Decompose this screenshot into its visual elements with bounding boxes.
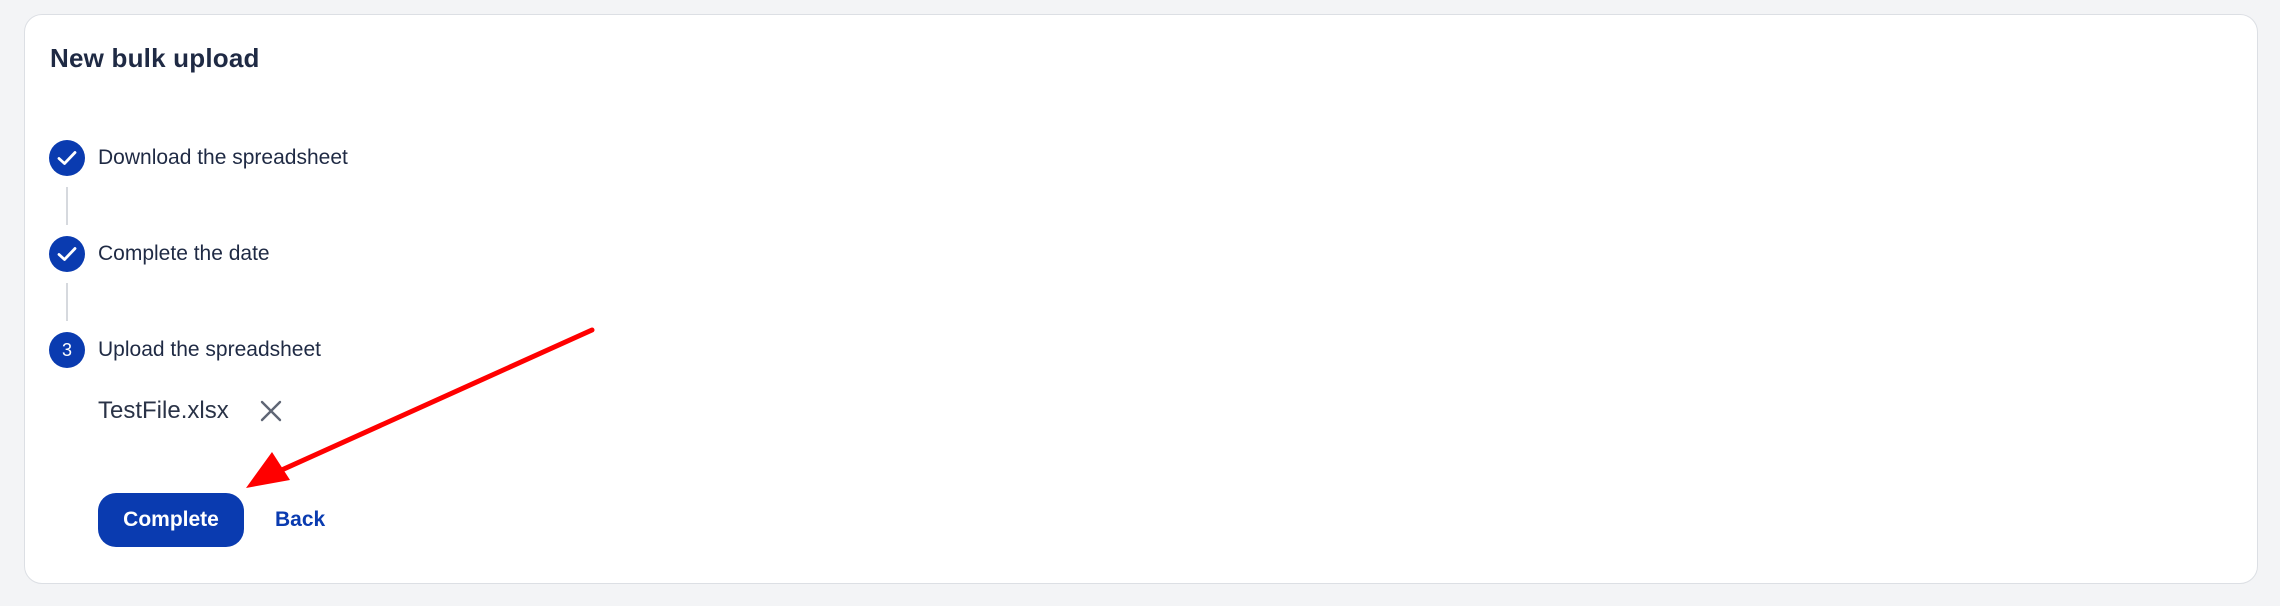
bulk-upload-card: New bulk upload Download the spreadsheet… bbox=[24, 14, 2258, 584]
step-label: Complete the date bbox=[98, 242, 270, 265]
step-complete-date: Complete the date bbox=[49, 236, 270, 272]
step-upload-spreadsheet: 3 Upload the spreadsheet bbox=[49, 332, 321, 368]
step-connector bbox=[66, 187, 68, 225]
check-icon bbox=[49, 140, 85, 176]
uploaded-file: TestFile.xlsx bbox=[98, 395, 285, 427]
step-label: Upload the spreadsheet bbox=[98, 338, 321, 361]
page-title: New bulk upload bbox=[50, 43, 260, 73]
complete-button[interactable]: Complete bbox=[98, 493, 244, 547]
close-icon[interactable] bbox=[257, 397, 285, 425]
step-connector bbox=[66, 283, 68, 321]
back-button[interactable]: Back bbox=[275, 493, 325, 547]
step-label: Download the spreadsheet bbox=[98, 146, 348, 169]
check-icon bbox=[49, 236, 85, 272]
file-name: TestFile.xlsx bbox=[98, 397, 229, 424]
step-number-badge: 3 bbox=[49, 332, 85, 368]
step-download-spreadsheet: Download the spreadsheet bbox=[49, 140, 348, 176]
